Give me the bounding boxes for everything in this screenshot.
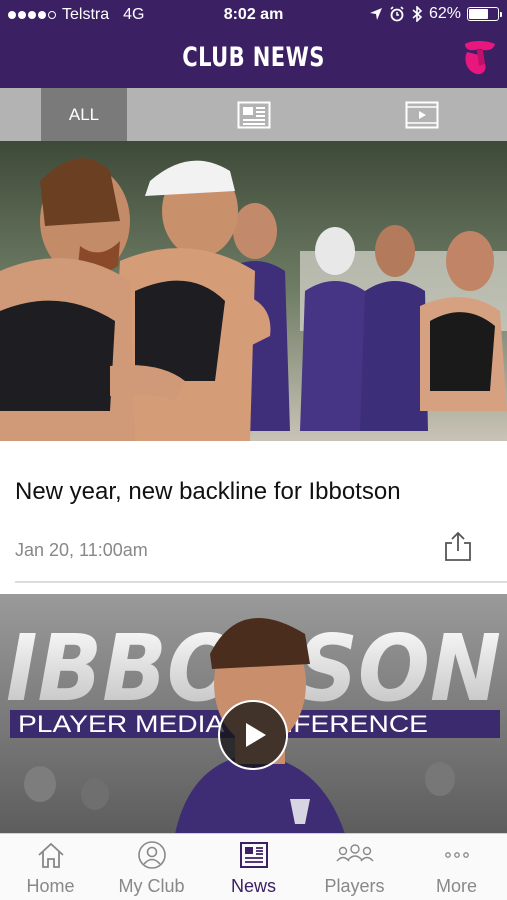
tab-all[interactable]: ALL [41,88,127,148]
location-arrow-icon [369,8,382,20]
news-filter-tabs: ALL [0,88,507,148]
training-photo [0,141,507,441]
play-button[interactable] [218,700,288,770]
tab-news-label: News [230,876,276,896]
news-headline[interactable]: New year, new backline for Ibbotson [15,478,401,506]
play-icon [246,723,266,747]
battery-percent: 62% [428,5,461,22]
video-icon [405,101,439,128]
tab-home-label: Home [26,876,75,896]
tab-players[interactable]: Players [304,834,405,900]
players-icon [336,844,374,862]
tab-videos[interactable] [379,88,465,141]
tab-my-club-label: My Club [118,876,185,896]
bluetooth-icon [412,6,423,22]
bottom-tab-bar: Home My Club News Players More [0,833,507,900]
tab-more[interactable]: More [406,834,507,900]
news-icon [240,842,268,868]
more-icon [445,852,469,858]
page-title: CLUB NEWS [182,42,325,73]
telstra-logo-icon[interactable] [461,38,497,78]
share-icon[interactable] [442,530,474,562]
tab-all-label: ALL [68,104,100,124]
tab-home[interactable]: Home [0,834,101,900]
card-divider [15,581,507,583]
tab-more-label: More [435,876,477,896]
battery-icon [467,7,502,21]
app-header: CLUB NEWS [0,30,507,88]
article-icon [237,101,271,128]
news-image-training[interactable] [0,141,507,441]
tab-articles[interactable] [211,88,297,141]
tab-players-label: Players [324,876,385,896]
tab-my-club[interactable]: My Club [101,834,202,900]
status-right: 62% [369,5,502,23]
home-icon [38,842,64,868]
user-icon [138,841,166,869]
status-bar: Telstra 4G 8:02 am 62% [0,0,507,30]
alarm-icon [390,6,404,22]
tab-news[interactable]: News [203,834,304,900]
news-timestamp: Jan 20, 11:00am [15,540,148,560]
